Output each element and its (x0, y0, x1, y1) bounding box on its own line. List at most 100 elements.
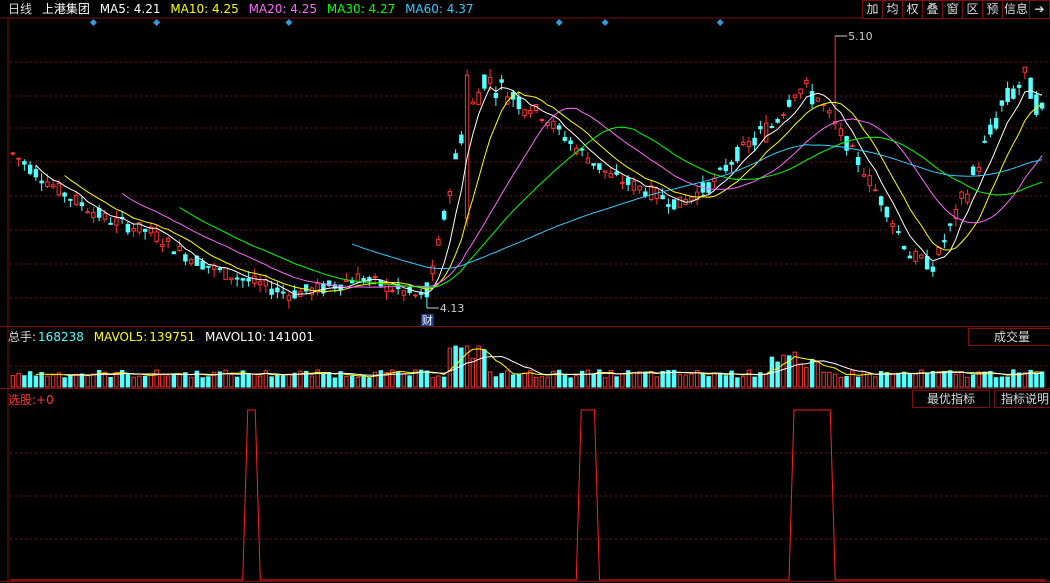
volume-bar (160, 374, 165, 388)
info-mine-icon[interactable] (555, 19, 563, 26)
volume-bar (321, 373, 326, 388)
candle-body (165, 237, 171, 242)
candle-body (861, 174, 867, 177)
candle-body (988, 124, 993, 135)
indicator-help-button[interactable]: 指标说明 (994, 390, 1050, 408)
rights-button[interactable]: 权 (902, 0, 923, 19)
volume-bar (177, 373, 182, 388)
candle-body (1016, 84, 1022, 88)
candle-body (735, 146, 740, 162)
volume-bar (723, 375, 729, 388)
candle-body (965, 193, 970, 203)
candle-body (551, 120, 556, 129)
volume-bar (907, 373, 913, 388)
info-mine-icon[interactable] (89, 19, 97, 26)
candle-body (234, 277, 240, 280)
volume-bar (234, 376, 240, 388)
range-button[interactable]: 区 (962, 0, 983, 19)
candle-body (556, 125, 562, 130)
volume-bar (970, 374, 976, 388)
info-mine-icon[interactable] (153, 19, 161, 26)
candle-body (884, 206, 890, 218)
candle-body (648, 185, 654, 201)
volume-bar (924, 373, 930, 388)
ma20-readout: MA20: 4.25 (248, 2, 317, 16)
volume-bar (850, 370, 855, 388)
volume-bar (591, 373, 596, 388)
volume-bar (10, 375, 16, 388)
candle-body (729, 161, 734, 165)
volume-bar (700, 373, 706, 388)
indicator-header: 选股:+0 (8, 392, 54, 408)
volume-bar (436, 375, 441, 388)
volume-bar (838, 376, 844, 388)
candle-body (482, 74, 487, 89)
candle-body (522, 109, 527, 117)
indicator-value: +0 (36, 393, 54, 407)
volume-bar (125, 373, 131, 388)
volume-bar (965, 376, 970, 388)
volume-bar (809, 358, 815, 388)
volume-type-button[interactable]: 成交量 (968, 328, 1050, 346)
volume-bar (867, 373, 872, 388)
volume-bar (775, 361, 780, 388)
candle-body (562, 136, 568, 141)
volume-bar (22, 375, 27, 388)
volume-bar (631, 372, 637, 388)
window-button[interactable]: 窗 (942, 0, 963, 19)
candle-body (907, 255, 913, 259)
candle-body (200, 260, 205, 270)
volume-bar (280, 375, 286, 388)
candle-body (942, 240, 947, 243)
candle-body (286, 295, 292, 301)
volume-bar (91, 373, 96, 388)
info-button[interactable]: 信息 (1002, 0, 1030, 19)
info-mine-icon[interactable] (716, 19, 724, 26)
candle-body (401, 290, 407, 296)
info-mine-icon[interactable] (285, 19, 293, 26)
candle-body (246, 278, 251, 282)
volume-bar (982, 371, 987, 388)
candle-body (597, 163, 602, 170)
add-button[interactable]: 加 (862, 0, 883, 19)
volume-bar (131, 376, 136, 388)
candle-body (177, 245, 182, 251)
info-mine-icon[interactable] (601, 19, 609, 26)
volume-bar (832, 373, 838, 388)
average-button[interactable]: 均 (882, 0, 903, 19)
volume-bar (1022, 372, 1028, 388)
ma30-readout: MA30: 4.27 (326, 2, 396, 16)
event-marker-label: 财 (422, 313, 433, 327)
candle-body (206, 265, 211, 268)
candle-body (33, 169, 39, 178)
candle-body (631, 180, 637, 191)
candle-body (677, 196, 683, 208)
volume-bar (505, 370, 510, 388)
volume-bar (200, 377, 205, 388)
volume-bar (355, 376, 361, 388)
ma5-line (35, 86, 1043, 296)
candle-body (108, 222, 113, 225)
forecast-button[interactable]: 预 (982, 0, 1003, 19)
volume-bar (1034, 372, 1039, 388)
candle-body (723, 164, 729, 172)
volume-bar (585, 369, 591, 388)
volume-bar (275, 374, 280, 388)
best-indicator-button[interactable]: 最优指标 (912, 390, 990, 408)
total-volume-value: 168238 (38, 330, 84, 344)
candle-body (10, 152, 16, 155)
candle-body (56, 182, 62, 196)
volume-bar (660, 370, 665, 388)
candle-body (280, 291, 286, 294)
volume-bar (861, 371, 867, 388)
candle-body (781, 113, 786, 116)
candle-body (171, 251, 177, 255)
volume-bar (257, 375, 263, 388)
stock-chart[interactable]: 5.10 4.13 财 (0, 0, 1050, 583)
volume-bar (522, 372, 527, 388)
volume-bar (781, 354, 786, 388)
volume-bar (815, 362, 821, 388)
exit-icon[interactable]: ➔ (1029, 0, 1050, 19)
overlay-button[interactable]: 叠 (922, 0, 943, 19)
candle-body (625, 177, 631, 185)
